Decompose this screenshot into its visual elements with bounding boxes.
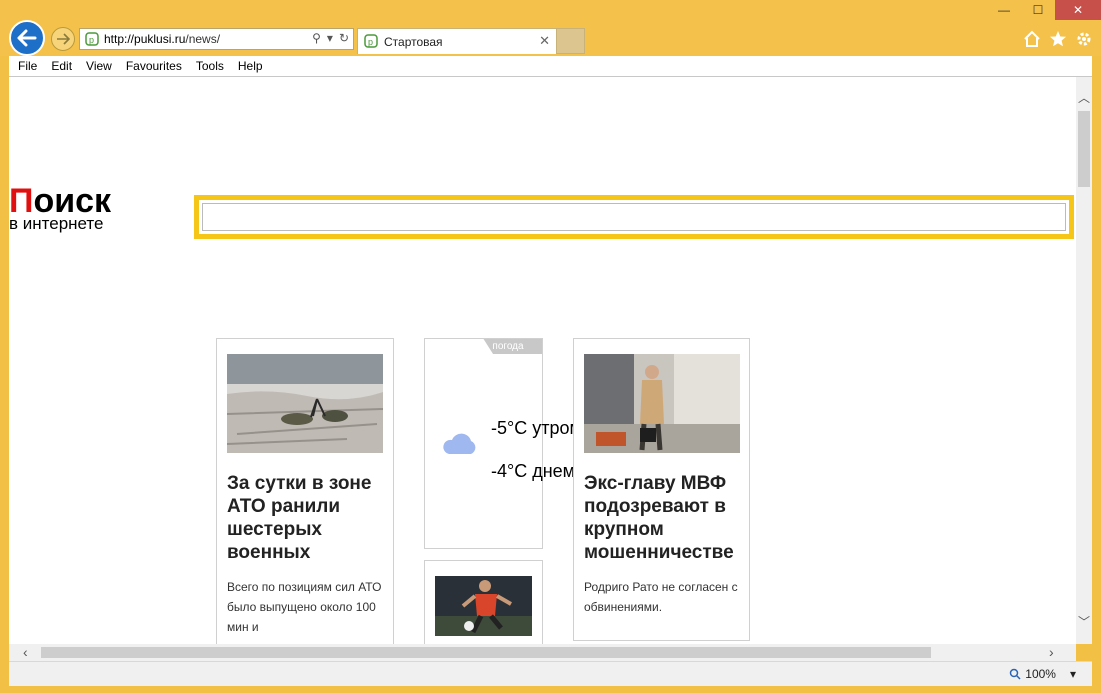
- scroll-left-icon[interactable]: ‹: [23, 644, 28, 660]
- url-text: http://puklusi.ru/news/: [104, 32, 221, 46]
- scroll-up-icon[interactable]: ︿: [1078, 89, 1090, 106]
- news-card[interactable]: [424, 560, 543, 644]
- browser-toolbar: — ☐ ✕ p http://puklusi.ru/news/ ⚲ ▾ ↻ p …: [0, 0, 1101, 56]
- scroll-down-icon[interactable]: ﹀: [1078, 613, 1090, 630]
- menu-favourites[interactable]: Favourites: [126, 59, 182, 73]
- cloud-icon: [443, 433, 476, 454]
- search-input[interactable]: [202, 203, 1066, 231]
- page-viewport: Поиск в интернете За сутки в зоне АТО ра…: [9, 77, 1076, 644]
- weather-tag: погода: [483, 339, 542, 354]
- back-button[interactable]: [9, 20, 45, 56]
- minimize-button[interactable]: —: [987, 0, 1021, 20]
- status-bar: 100% ▾: [9, 661, 1092, 686]
- weather-widget[interactable]: погода -5°C утром -4°C днем: [424, 338, 582, 549]
- menu-file[interactable]: File: [18, 59, 37, 73]
- menu-tools[interactable]: Tools: [196, 59, 224, 73]
- news-card[interactable]: За сутки в зоне АТО ранили шестерых воен…: [216, 338, 394, 644]
- favorites-star-icon[interactable]: [1049, 30, 1067, 48]
- tab-favicon-icon: p: [364, 34, 378, 48]
- weather-day: -4°C днем: [491, 461, 576, 481]
- news-card[interactable]: Экс-главу МВФ подозревают в крупном моше…: [573, 338, 750, 641]
- address-bar[interactable]: p http://puklusi.ru/news/ ⚲ ▾ ↻: [79, 28, 354, 50]
- close-tab-icon[interactable]: ✕: [539, 33, 550, 49]
- search-field-frame: [194, 195, 1074, 239]
- tab-start[interactable]: p Стартовая ✕: [357, 28, 557, 54]
- forward-button[interactable]: [51, 27, 75, 51]
- news-description: Всего по позициям сил АТО было выпущено …: [227, 580, 382, 634]
- vertical-scroll-thumb[interactable]: [1078, 111, 1090, 187]
- news-photo-soldiers: [227, 354, 383, 453]
- weather-morning: -5°C утром: [491, 418, 582, 438]
- scroll-right-icon[interactable]: ›: [1049, 644, 1054, 660]
- horizontal-scrollbar[interactable]: ‹ ›: [9, 644, 1076, 661]
- news-title: Экс-главу МВФ подозревают в крупном моше…: [584, 473, 734, 563]
- news-description: Родриго Рато не согласен с обвинениями.: [584, 580, 738, 614]
- svg-text:p: p: [368, 37, 373, 47]
- news-title: За сутки в зоне АТО ранили шестерых воен…: [227, 473, 372, 563]
- search-icon[interactable]: ⚲: [312, 31, 321, 45]
- site-logo[interactable]: Поиск в интернете: [9, 184, 111, 232]
- dropdown-icon[interactable]: ▾: [327, 31, 333, 45]
- site-favicon-icon: p: [85, 32, 99, 46]
- zoom-icon: [1010, 668, 1021, 680]
- menu-edit[interactable]: Edit: [51, 59, 72, 73]
- new-tab-button[interactable]: [557, 28, 585, 54]
- svg-text:p: p: [89, 35, 94, 45]
- zoom-control[interactable]: 100% ▾: [1009, 667, 1076, 681]
- browser-window: — ☐ ✕ p http://puklusi.ru/news/ ⚲ ▾ ↻ p …: [0, 0, 1101, 693]
- close-window-button[interactable]: ✕: [1055, 0, 1101, 20]
- zoom-level: 100%: [1025, 667, 1056, 681]
- maximize-button[interactable]: ☐: [1021, 0, 1055, 20]
- news-photo-rato: [584, 354, 740, 453]
- tab-title: Стартовая: [384, 35, 443, 49]
- vertical-scrollbar[interactable]: ︿ ﹀: [1076, 77, 1092, 644]
- news-photo-football: [435, 576, 532, 636]
- arrow-right-icon: [57, 33, 70, 45]
- menu-help[interactable]: Help: [238, 59, 263, 73]
- menu-bar: File Edit View Favourites Tools Help: [9, 56, 1092, 77]
- window-controls: — ☐ ✕: [987, 0, 1101, 20]
- gear-icon[interactable]: [1075, 30, 1093, 48]
- logo-subtitle: в интернете: [9, 214, 104, 233]
- menu-view[interactable]: View: [86, 59, 112, 73]
- refresh-icon[interactable]: ↻: [339, 31, 349, 45]
- home-icon[interactable]: [1023, 30, 1041, 48]
- horizontal-scroll-thumb[interactable]: [41, 647, 931, 658]
- arrow-left-icon: [17, 29, 37, 47]
- zoom-dropdown-icon[interactable]: ▾: [1070, 667, 1076, 681]
